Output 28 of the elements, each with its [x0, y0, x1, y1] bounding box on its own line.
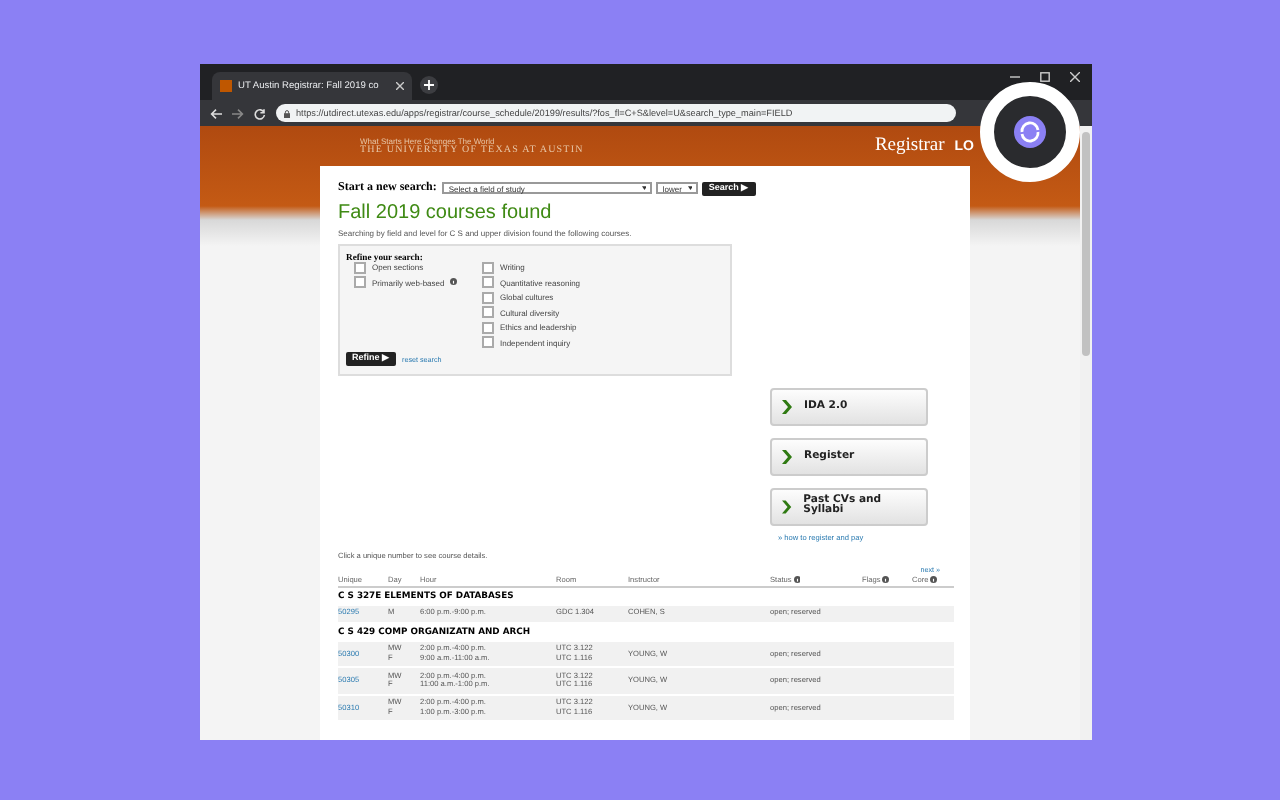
plus-icon [424, 80, 434, 90]
close-icon[interactable] [1070, 72, 1080, 82]
checkbox[interactable] [354, 276, 366, 289]
chevron-icon [782, 499, 792, 514]
checkbox[interactable] [354, 261, 366, 273]
close-icon[interactable] [396, 82, 404, 90]
checkbox[interactable] [482, 336, 494, 349]
minimize-icon[interactable] [1010, 72, 1020, 82]
reload-icon[interactable] [254, 107, 266, 119]
scrollbar[interactable] [1080, 126, 1092, 740]
registrar-logo[interactable]: Registrar [874, 136, 945, 156]
lock-icon [284, 109, 290, 117]
extension-icon[interactable] [1014, 116, 1046, 148]
new-tab-button[interactable] [420, 76, 438, 94]
results-heading: Fall 2019 courses found [338, 201, 554, 223]
back-icon[interactable] [210, 107, 222, 119]
favicon-icon [220, 80, 232, 92]
caret-icon [641, 186, 647, 191]
maximize-icon[interactable] [1040, 72, 1050, 82]
chevron-icon [782, 449, 792, 464]
forward-icon[interactable] [232, 107, 244, 119]
caret-icon [687, 186, 693, 191]
checkbox[interactable] [482, 291, 494, 304]
checkbox[interactable] [482, 276, 494, 289]
checkbox[interactable] [482, 261, 494, 273]
checkbox[interactable] [482, 321, 494, 334]
chevron-icon [782, 399, 792, 414]
checkbox[interactable] [482, 306, 494, 319]
